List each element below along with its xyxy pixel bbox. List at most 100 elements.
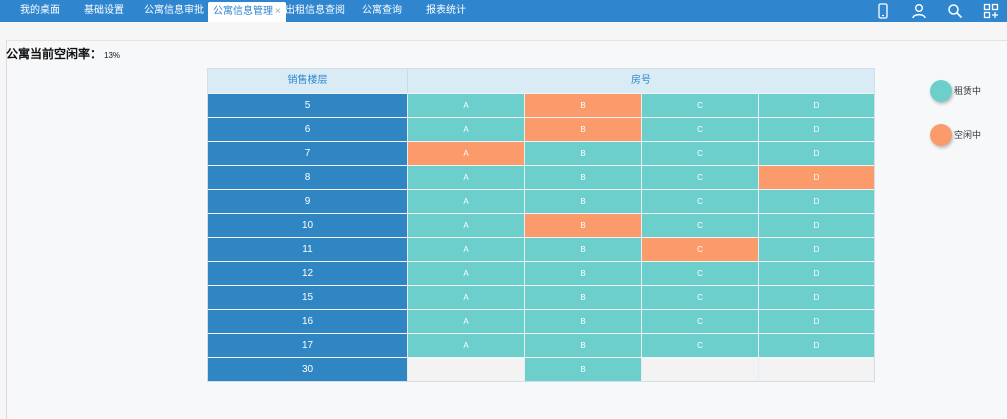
room-cell[interactable]: C	[642, 286, 759, 309]
floor-cell: 30	[208, 358, 408, 381]
table-row: 11 A B C D	[208, 237, 874, 261]
room-cell[interactable]: A	[408, 262, 525, 285]
table-row: 5ABCD	[208, 93, 874, 117]
table-row: 7ABCD	[208, 141, 874, 165]
floor-cell: 17	[208, 334, 408, 357]
room-cell[interactable]: D	[759, 190, 874, 213]
room-cell[interactable]: B	[525, 94, 642, 117]
room-cell[interactable]: B	[525, 214, 642, 237]
room-cell[interactable]: C	[642, 334, 759, 357]
floor-cell: 15	[208, 286, 408, 309]
room-cell[interactable]: A	[408, 310, 525, 333]
room-cell[interactable]: A	[408, 190, 525, 213]
search-icon[interactable]	[944, 0, 966, 22]
floor-cell: 12	[208, 262, 408, 285]
room-cell[interactable]: D	[759, 262, 874, 285]
vacancy-rate-label: 公寓当前空闲率：	[6, 47, 103, 61]
room-cell[interactable]: C	[642, 262, 759, 285]
floor-cell: 9	[208, 190, 408, 213]
floor-column-header: 销售楼层	[208, 69, 408, 93]
floor-cell: 8	[208, 166, 408, 189]
room-cell[interactable]: D	[759, 310, 874, 333]
room-cell[interactable]: B	[525, 358, 642, 381]
tab-label: 公寓查询	[362, 5, 402, 16]
room-cell[interactable]: A	[408, 94, 525, 117]
room-cell[interactable]: C	[642, 310, 759, 333]
room-cell[interactable]: B	[525, 118, 642, 141]
vacancy-rate: 公寓当前空闲率： 13%	[6, 45, 120, 62]
tab-apartment-management[interactable]: 公寓信息管理 ×	[208, 2, 286, 22]
room-cell[interactable]: D	[759, 334, 874, 357]
room-cell[interactable]: A	[408, 166, 525, 189]
phone-icon[interactable]	[872, 0, 894, 22]
room-column-header: 房号	[631, 75, 651, 86]
vacancy-rate-value: 13%	[104, 51, 121, 60]
room-cell[interactable]: D	[759, 94, 874, 117]
floor-cell: 10	[208, 214, 408, 237]
tab-my-desktop[interactable]: 我的桌面	[20, 0, 60, 22]
room-cell[interactable]: C	[642, 190, 759, 213]
room-cell[interactable]: C	[642, 94, 759, 117]
room-cell[interactable]: A	[408, 238, 525, 261]
tab-label: 我的桌面	[20, 5, 60, 16]
room-cell[interactable]: D	[759, 238, 874, 261]
room-cell[interactable]: A	[408, 142, 525, 165]
room-cell[interactable]: B	[525, 310, 642, 333]
room-cell[interactable]: A	[408, 118, 525, 141]
room-cell[interactable]: D	[759, 142, 874, 165]
table-row: 10 A B C D	[208, 213, 874, 237]
rented-dot-icon	[930, 80, 952, 102]
room-cell[interactable]: B	[525, 286, 642, 309]
room-cell[interactable]: B	[525, 166, 642, 189]
table-row: 8ABCD	[208, 165, 874, 189]
floor-cell: 11	[208, 238, 408, 261]
room-cell[interactable]: D	[759, 166, 874, 189]
room-cell[interactable]: B	[525, 238, 642, 261]
user-icon[interactable]	[908, 0, 930, 22]
floor-cell: 7	[208, 142, 408, 165]
table-header: 销售楼层 房号	[208, 69, 874, 93]
room-status-table: 销售楼层 房号 5 A B C D 6 A B C D 7 A B C D 8 A B C D 9 A B C D 10 A B C D 1…	[207, 68, 875, 382]
table-row: 16 A B C D	[208, 309, 874, 333]
room-cell[interactable]: D	[759, 118, 874, 141]
room-cell[interactable]: B	[525, 262, 642, 285]
table-row: 30 B	[208, 357, 874, 381]
room-cell[interactable]: A	[408, 286, 525, 309]
room-cell[interactable]: D	[759, 214, 874, 237]
legend-label: 租赁中	[954, 86, 982, 96]
empty-room-cell	[759, 358, 874, 381]
close-icon[interactable]: ×	[275, 6, 281, 17]
room-cell[interactable]: C	[642, 214, 759, 237]
room-cell[interactable]: C	[642, 166, 759, 189]
tab-label: 基础设置	[84, 5, 124, 16]
floor-cell: 6	[208, 118, 408, 141]
tab-label: 公寓信息管理	[213, 6, 273, 17]
apps-icon[interactable]	[980, 0, 1002, 22]
tab-apartment-approval[interactable]: 公寓信息审批	[144, 0, 204, 22]
table-body: 5 A B C D 6 A B C D 7 A B C D 8 A B C D 9 A B C D 10 A B C D 11 A B C D 12 A…	[208, 93, 874, 381]
room-cell[interactable]: B	[525, 142, 642, 165]
room-cell[interactable]: C	[642, 142, 759, 165]
floor-cell: 5	[208, 94, 408, 117]
room-cell[interactable]: C	[642, 118, 759, 141]
tab-reports[interactable]: 报表统计	[426, 0, 466, 22]
room-cell[interactable]: B	[525, 190, 642, 213]
table-row: 12 A B C D	[208, 261, 874, 285]
room-cell[interactable]: D	[759, 286, 874, 309]
table-row: 9ABCD	[208, 189, 874, 213]
table-row: 15 A B C D	[208, 285, 874, 309]
floor-cell: 16	[208, 310, 408, 333]
empty-room-cell	[642, 358, 759, 381]
tab-basic-settings[interactable]: 基础设置	[84, 0, 124, 22]
tab-label: 公寓信息审批	[144, 5, 204, 16]
legend-label: 空闲中	[954, 130, 982, 140]
room-cell[interactable]: A	[408, 334, 525, 357]
tab-apartment-query[interactable]: 公寓查询	[362, 0, 402, 22]
room-cell[interactable]: B	[525, 334, 642, 357]
table-row: 17 A B C D	[208, 333, 874, 357]
top-nav-bar: 我的桌面 基础设置 公寓信息审批 公寓信息管理 × 出租信息查阅 公寓查询 报表统…	[0, 0, 1007, 22]
vacant-dot-icon	[930, 124, 952, 146]
room-cell[interactable]: C	[642, 238, 759, 261]
tab-rental-info[interactable]: 出租信息查阅	[285, 0, 345, 22]
room-cell[interactable]: A	[408, 214, 525, 237]
